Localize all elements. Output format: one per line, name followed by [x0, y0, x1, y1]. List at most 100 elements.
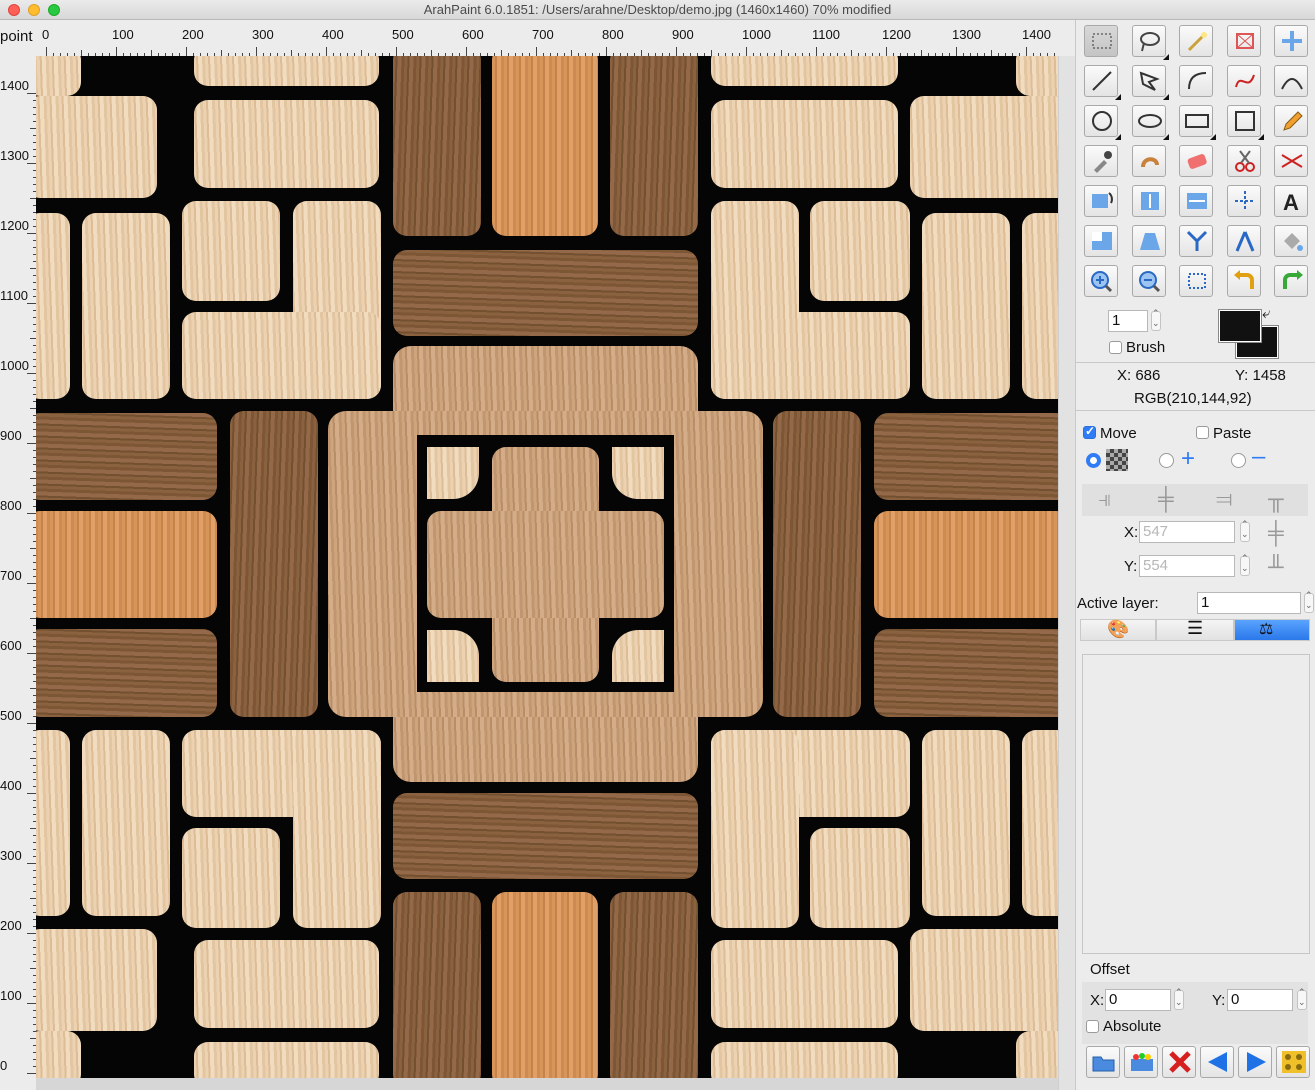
move-label: Move	[1100, 425, 1137, 442]
brush-checkbox[interactable]	[1109, 341, 1122, 354]
rectangle-select-tool[interactable]	[1084, 25, 1118, 57]
submenu-indicator-icon	[1162, 94, 1169, 100]
smudge-tool[interactable]	[1131, 145, 1166, 177]
symmetry-tool[interactable]	[1226, 185, 1261, 217]
circle-tool[interactable]	[1084, 105, 1121, 140]
zoom-out-tool[interactable]	[1131, 265, 1166, 297]
brush-size-stepper[interactable]	[1151, 308, 1161, 331]
flip-horizontal-tool[interactable]	[1179, 185, 1213, 217]
ruler-unit: point	[0, 28, 33, 45]
fit-screen-tool[interactable]	[1179, 265, 1213, 297]
cut-colors-icon	[1281, 154, 1303, 168]
crop-tool[interactable]	[1226, 25, 1261, 57]
offset-x-stepper[interactable]	[1174, 987, 1184, 1010]
polygon-tool[interactable]	[1131, 65, 1169, 100]
resize-tool[interactable]	[1084, 225, 1118, 257]
flip-vertical-tool[interactable]	[1131, 185, 1166, 217]
colors-button[interactable]	[1124, 1046, 1158, 1078]
cut-colors-tool[interactable]	[1274, 145, 1308, 177]
line-tool[interactable]	[1084, 65, 1121, 100]
tile	[711, 940, 898, 1028]
layer-list[interactable]	[1082, 654, 1310, 954]
brush-size-field[interactable]: 1	[1108, 310, 1148, 332]
align-middle-icon[interactable]: ╪	[1268, 520, 1284, 546]
active-layer-field[interactable]: 1	[1197, 592, 1301, 614]
align-top-icon[interactable]: ╥	[1268, 486, 1284, 512]
lasso-select-tool[interactable]	[1131, 25, 1169, 60]
align-left-icon[interactable]: ⫣	[1098, 486, 1111, 512]
bezier-icon	[1234, 74, 1255, 88]
ellipse-tool[interactable]	[1131, 105, 1169, 140]
tile	[194, 940, 379, 1028]
selection-y-field[interactable]: 554	[1139, 555, 1235, 577]
ruler-tick	[27, 933, 36, 934]
mode-replace-radio[interactable]	[1086, 453, 1101, 468]
tile	[874, 629, 1058, 717]
align-center-icon[interactable]: ╪	[1158, 486, 1174, 512]
eyedropper-icon	[1094, 151, 1112, 173]
tile	[874, 413, 1058, 500]
compass-icon	[1235, 231, 1254, 252]
absolute-checkbox[interactable]	[1086, 1020, 1099, 1033]
cursor-y-readout: Y: 1458	[1235, 367, 1286, 384]
previous-button[interactable]	[1200, 1046, 1234, 1078]
next-button[interactable]	[1238, 1046, 1272, 1078]
pattern-button[interactable]	[1276, 1046, 1310, 1078]
move-checkbox[interactable]	[1083, 424, 1096, 439]
offset-y-field[interactable]: 0	[1227, 989, 1293, 1011]
bezier-tool[interactable]	[1226, 65, 1261, 97]
tile	[1022, 730, 1058, 916]
align-bottom-icon[interactable]: ╨	[1268, 554, 1284, 580]
fill-tool[interactable]	[1274, 225, 1308, 257]
foreground-color-swatch[interactable]	[1218, 309, 1262, 343]
vertical-scrollbar[interactable]	[1058, 56, 1075, 1090]
selection-x-stepper[interactable]	[1240, 519, 1250, 542]
tile	[182, 312, 381, 399]
ruler-label: 700	[532, 27, 554, 42]
layers-tab[interactable]: ☰	[1156, 618, 1234, 641]
ruler-label: 1200	[0, 218, 29, 233]
zoom-in-icon	[1091, 271, 1113, 293]
eraser-tool[interactable]	[1179, 145, 1213, 177]
submenu-indicator-icon	[1115, 94, 1121, 100]
active-layer-stepper[interactable]	[1304, 590, 1314, 613]
bezier-edit-tool[interactable]	[1274, 65, 1308, 97]
delete-button[interactable]	[1162, 1046, 1196, 1078]
rotate-tool[interactable]	[1084, 185, 1118, 217]
pencil-tool[interactable]	[1274, 105, 1308, 137]
offset-x-field[interactable]: 0	[1105, 989, 1171, 1011]
open-folder-icon	[1092, 1056, 1115, 1072]
perspective-tool[interactable]	[1131, 225, 1166, 257]
branch-tool[interactable]	[1179, 225, 1213, 257]
zoom-in-tool[interactable]	[1084, 265, 1118, 297]
rectangle-tool[interactable]	[1179, 105, 1216, 140]
square-tool[interactable]	[1226, 105, 1264, 140]
selection-y-stepper[interactable]	[1240, 553, 1250, 576]
selection-x-field[interactable]: 547	[1139, 521, 1235, 543]
mode-add-radio[interactable]	[1159, 453, 1174, 468]
redo-tool[interactable]	[1274, 265, 1308, 297]
mode-subtract-radio[interactable]	[1231, 453, 1246, 468]
scissors-tool[interactable]	[1226, 145, 1261, 177]
horizontal-scrollbar[interactable]	[36, 1078, 1058, 1090]
text-tool[interactable]: A	[1274, 185, 1308, 217]
curve-tool[interactable]	[1179, 65, 1213, 97]
offset-y-stepper[interactable]	[1297, 987, 1307, 1010]
palette-tab[interactable]: 🎨	[1080, 619, 1156, 641]
undo-tool[interactable]	[1226, 265, 1261, 297]
compass-tool[interactable]	[1226, 225, 1261, 257]
open-folder-button[interactable]	[1086, 1046, 1120, 1078]
stamp-tab[interactable]: ⚖	[1234, 619, 1310, 641]
magic-wand-tool[interactable]	[1179, 25, 1213, 57]
window-title: ArahPaint 6.0.1851: /Users/arahne/Deskto…	[423, 2, 892, 17]
image-canvas[interactable]	[36, 56, 1058, 1078]
vertical-ruler: 1400 1300 1200 1100 1000 900 800 700 600 500 400 30…	[0, 56, 36, 1080]
move-tool[interactable]	[1274, 25, 1308, 57]
eyedropper-tool[interactable]	[1084, 145, 1118, 177]
horizontal-ruler: 0 100 200 300 400 500 600 700 800 900 1000 1100 1200…	[36, 20, 1058, 56]
next-arrow-icon	[1247, 1052, 1266, 1072]
center-plus-h	[427, 511, 664, 618]
swap-colors-icon[interactable]: ⤶	[1262, 305, 1270, 322]
paste-checkbox[interactable]	[1196, 426, 1209, 439]
align-right-icon[interactable]: ⫤	[1216, 486, 1233, 512]
